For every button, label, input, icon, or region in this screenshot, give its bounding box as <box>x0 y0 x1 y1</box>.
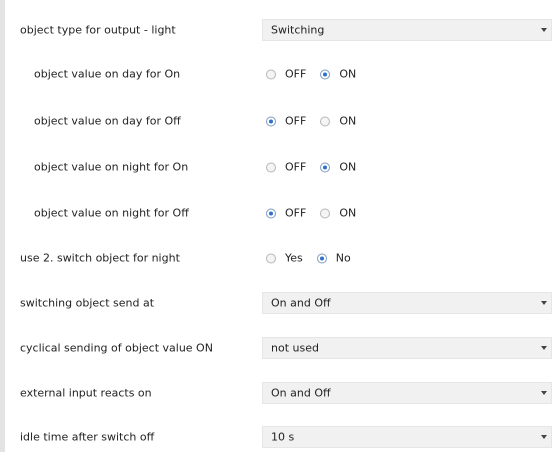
radio-option-on[interactable]: ON <box>320 207 356 220</box>
radio-group: OFF ON <box>266 68 370 81</box>
row-external-input: external input reacts on On and Off <box>0 380 552 406</box>
external-input-select[interactable]: On and Off <box>262 382 552 404</box>
radio-button[interactable] <box>316 253 327 263</box>
radio-option-off[interactable]: OFF <box>266 161 306 174</box>
radio-button[interactable] <box>266 162 276 172</box>
radio-label: Yes <box>285 251 303 265</box>
row-label: switching object send at <box>20 296 155 310</box>
radio-group: OFF ON <box>266 115 370 128</box>
row-label: external input reacts on <box>20 386 152 400</box>
row-idle-time: idle time after switch off 10 s <box>0 424 552 450</box>
row-object-type: object type for output - light Switching <box>0 17 552 43</box>
radio-label: OFF <box>285 67 307 81</box>
radio-label: No <box>335 251 351 265</box>
radio-option-off[interactable]: OFF <box>266 115 306 128</box>
radio-group: OFF ON <box>266 207 370 220</box>
row-label: object value on night for On <box>34 160 189 174</box>
radio-group: OFF ON <box>266 161 370 174</box>
radio-label: OFF <box>285 114 307 128</box>
chevron-down-icon <box>541 435 547 439</box>
radio-label: ON <box>339 67 357 81</box>
radio-option-on[interactable]: ON <box>320 68 356 81</box>
radio-button[interactable] <box>320 208 331 218</box>
cyclical-sending-select[interactable]: not used <box>262 337 552 359</box>
select-value: 10 s <box>271 430 295 444</box>
radio-option-on[interactable]: ON <box>320 115 356 128</box>
row-day-off: object value on day for Off OFF ON <box>0 108 552 134</box>
chevron-down-icon <box>541 346 547 350</box>
row-label: cyclical sending of object value ON <box>20 341 213 355</box>
radio-label: OFF <box>285 160 307 174</box>
select-value: On and Off <box>271 296 331 310</box>
switching-send-at-select[interactable]: On and Off <box>262 292 552 314</box>
row-label: use 2. switch object for night <box>20 251 180 265</box>
radio-option-off[interactable]: OFF <box>266 68 306 81</box>
row-cyclical-sending: cyclical sending of object value ON not … <box>0 335 552 361</box>
radio-option-yes[interactable]: Yes <box>266 252 303 265</box>
select-value: On and Off <box>271 386 331 400</box>
chevron-down-icon <box>541 391 547 395</box>
radio-label: ON <box>339 206 357 220</box>
radio-option-on[interactable]: ON <box>320 161 356 174</box>
row-label: object value on day for Off <box>34 114 181 128</box>
row-label: object value on night for Off <box>34 206 189 220</box>
radio-button[interactable] <box>266 208 276 218</box>
chevron-down-icon <box>541 301 547 305</box>
radio-button[interactable] <box>266 253 276 263</box>
radio-label: OFF <box>285 206 307 220</box>
row-label: idle time after switch off <box>20 430 155 444</box>
radio-button[interactable] <box>320 116 331 126</box>
row-day-on: object value on day for On OFF ON <box>0 61 552 87</box>
chevron-down-icon <box>541 28 547 32</box>
row-switch-object-night: use 2. switch object for night Yes No <box>0 245 552 271</box>
object-type-select[interactable]: Switching <box>262 19 552 41</box>
row-night-off: object value on night for Off OFF ON <box>0 200 552 226</box>
row-label: object value on day for On <box>34 67 181 81</box>
radio-button[interactable] <box>320 69 331 79</box>
select-value: not used <box>271 341 319 355</box>
row-night-on: object value on night for On OFF ON <box>0 154 552 180</box>
radio-group: Yes No <box>266 252 365 265</box>
idle-time-select[interactable]: 10 s <box>262 426 552 448</box>
radio-label: ON <box>339 114 357 128</box>
radio-button[interactable] <box>266 69 276 79</box>
select-value: Switching <box>271 23 325 37</box>
radio-option-no[interactable]: No <box>316 251 351 265</box>
radio-label: ON <box>339 160 357 174</box>
radio-button[interactable] <box>320 162 331 172</box>
row-label: object type for output - light <box>20 23 176 37</box>
radio-option-off[interactable]: OFF <box>266 207 306 220</box>
radio-button[interactable] <box>266 116 276 126</box>
row-switching-send-at: switching object send at On and Off <box>0 290 552 316</box>
